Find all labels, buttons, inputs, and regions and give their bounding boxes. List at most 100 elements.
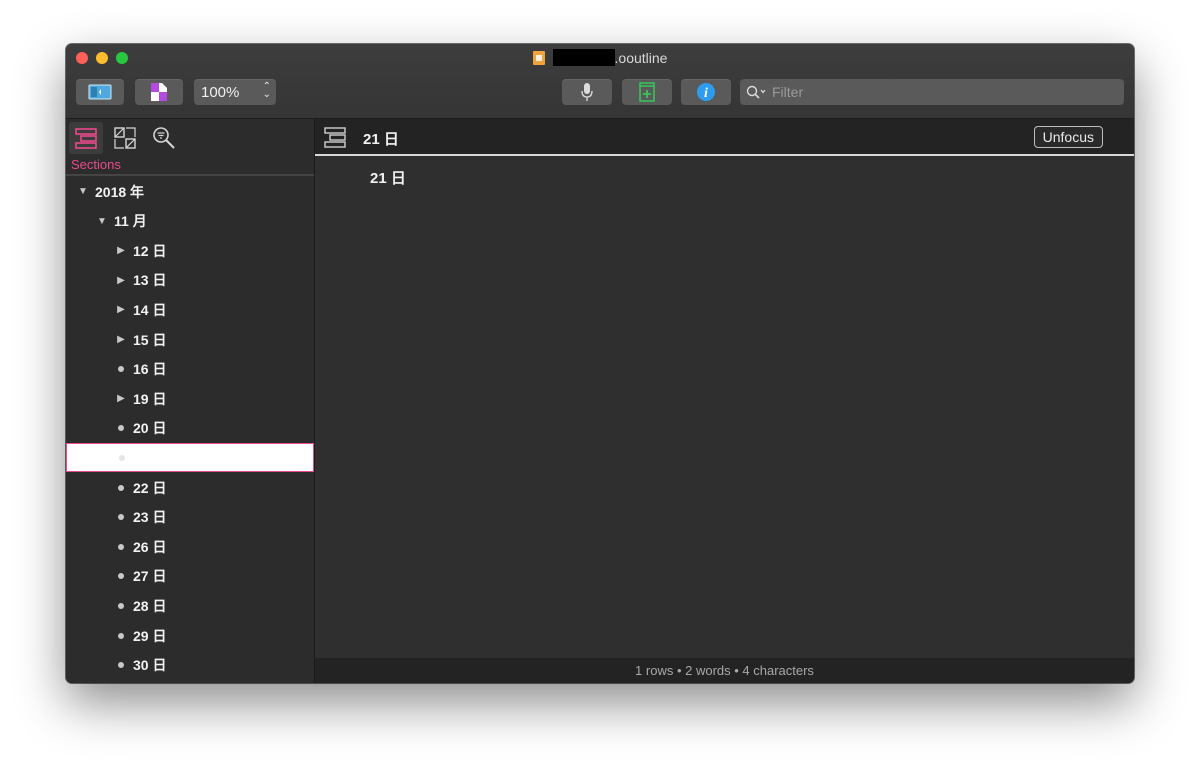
tree-row-label: 13 日 bbox=[133, 272, 167, 289]
tree-row-label: 19 日 bbox=[133, 390, 167, 407]
tree-row-label: 20 日 bbox=[133, 420, 167, 437]
sidebar-tabs bbox=[66, 119, 314, 155]
bullet-icon bbox=[118, 425, 124, 432]
bullet-icon bbox=[118, 484, 124, 491]
titlebar: .ooutline 100% ⌃ ⌄ i Filter bbox=[66, 44, 1134, 119]
tree-row-label: 27 日 bbox=[133, 568, 167, 585]
tree-row-label: 11 月 bbox=[114, 213, 147, 230]
tree-row[interactable]: 30 日 bbox=[66, 651, 314, 680]
tree-row[interactable]: 23 日 bbox=[66, 503, 314, 532]
status-bar: 1 rows • 2 words • 4 characters bbox=[315, 658, 1134, 683]
sections-divider bbox=[66, 174, 314, 176]
info-icon: i bbox=[697, 83, 715, 101]
disclosure-collapsed-icon[interactable]: ▶ bbox=[114, 245, 128, 256]
style-doc-icon bbox=[151, 83, 167, 101]
bullet-icon bbox=[118, 662, 124, 669]
tab-styles[interactable] bbox=[108, 122, 142, 154]
bullet-icon bbox=[118, 632, 124, 639]
tree-row[interactable]: ▶ 19 日 bbox=[66, 384, 314, 413]
zoom-value: 100% bbox=[201, 83, 240, 101]
row-handle[interactable] bbox=[114, 543, 128, 550]
sidebar-toggle-icon bbox=[88, 84, 112, 100]
tree-row[interactable]: ▶ 13 日 bbox=[66, 266, 314, 295]
tree-row-label: 26 日 bbox=[133, 538, 167, 555]
disclosure-collapsed-icon[interactable]: ▶ bbox=[114, 393, 128, 404]
stepper-icon: ⌃ ⌄ bbox=[262, 81, 271, 100]
disclosure-collapsed-icon[interactable]: ▶ bbox=[114, 334, 128, 345]
tree-row-label: 12 日 bbox=[133, 242, 167, 259]
toggle-sidebar-button[interactable] bbox=[76, 79, 124, 105]
tree-row-label: 2018 年 bbox=[95, 183, 145, 200]
add-row-icon bbox=[639, 82, 655, 102]
focus-bar: 21 日 Unfocus bbox=[315, 119, 1134, 156]
zoom-select[interactable]: 100% ⌃ ⌄ bbox=[194, 79, 276, 105]
tree-row-label: 15 日 bbox=[133, 331, 167, 348]
document-icon bbox=[532, 51, 545, 65]
microphone-icon bbox=[581, 83, 593, 101]
disclosure-collapsed-icon[interactable]: ▶ bbox=[114, 304, 128, 315]
bullet-icon bbox=[118, 573, 124, 580]
tree-row-label: 14 日 bbox=[133, 301, 167, 318]
svg-text:i: i bbox=[704, 86, 708, 101]
dictation-button[interactable] bbox=[562, 79, 612, 105]
add-row-button[interactable] bbox=[622, 79, 672, 105]
window-title: .ooutline bbox=[66, 49, 1134, 67]
bullet-icon bbox=[119, 454, 125, 461]
search-icon bbox=[746, 85, 766, 99]
tab-sections[interactable] bbox=[69, 122, 103, 154]
tree-row[interactable]: 20 日 bbox=[66, 414, 314, 443]
row-handle[interactable] bbox=[114, 632, 128, 639]
row-handle[interactable] bbox=[114, 425, 128, 432]
tree-row[interactable]: ▼ 11 月 bbox=[66, 207, 314, 236]
row-handle[interactable] bbox=[114, 514, 128, 521]
tree-row[interactable]: 22 日 bbox=[66, 473, 314, 502]
tree-row[interactable]: 27 日 bbox=[66, 562, 314, 591]
tree-row-label: 22 日 bbox=[133, 479, 167, 496]
tree-row[interactable]: ▼ 2018 年 bbox=[66, 177, 314, 206]
unfocus-button[interactable]: Unfocus bbox=[1033, 126, 1103, 148]
info-button[interactable]: i bbox=[681, 79, 731, 105]
tree-row-label: 28 日 bbox=[133, 597, 167, 614]
row-handle[interactable] bbox=[114, 366, 128, 373]
row-handle[interactable] bbox=[114, 602, 128, 609]
redacted-filename bbox=[552, 49, 615, 66]
row-handle[interactable] bbox=[115, 454, 129, 461]
bullet-icon bbox=[118, 366, 124, 373]
tree-row-label: 29 日 bbox=[133, 627, 167, 644]
tree-row-label: 23 日 bbox=[133, 509, 167, 526]
sections-icon bbox=[75, 128, 97, 149]
bullet-icon bbox=[118, 514, 124, 521]
disclosure-collapsed-icon[interactable]: ▶ bbox=[114, 275, 128, 286]
style-inspector-button[interactable] bbox=[135, 79, 183, 105]
filter-magnifier-icon bbox=[153, 127, 175, 149]
row-handle[interactable] bbox=[114, 662, 128, 669]
tree-row[interactable]: ▶ 12 日 bbox=[66, 236, 314, 265]
tree-row-label: 30 日 bbox=[133, 657, 167, 674]
tree-row[interactable] bbox=[66, 443, 314, 473]
outline-row-text[interactable]: 21 日 bbox=[370, 167, 406, 188]
app-window: .ooutline 100% ⌃ ⌄ i Filter Sections ▼ 2… bbox=[66, 44, 1134, 683]
tree-row[interactable]: 16 日 bbox=[66, 355, 314, 384]
tree-row-label: 16 日 bbox=[133, 361, 167, 378]
bullet-icon bbox=[118, 602, 124, 609]
filter-input[interactable] bbox=[770, 83, 1114, 101]
tree-row[interactable]: ▶ 14 日 bbox=[66, 295, 314, 324]
bullet-icon bbox=[118, 543, 124, 550]
window-title-suffix: .ooutline bbox=[614, 50, 668, 66]
editor-pane: 21 日 Unfocus 21 日 1 rows • 2 words • 4 c… bbox=[315, 119, 1134, 683]
tree-row[interactable]: 28 日 bbox=[66, 591, 314, 620]
tab-filter[interactable] bbox=[147, 122, 181, 154]
focused-section-icon bbox=[324, 127, 346, 148]
focus-title: 21 日 bbox=[363, 131, 399, 148]
filter-field[interactable] bbox=[740, 79, 1124, 105]
disclosure-expanded-icon[interactable]: ▼ bbox=[76, 186, 90, 197]
sidebar: Sections ▼ 2018 年 ▼ 11 月 ▶ 12 日 ▶ 13 日 ▶ 14 日 ▶ 15 … bbox=[66, 119, 315, 683]
tree-row[interactable]: ▶ 15 日 bbox=[66, 325, 314, 354]
row-handle[interactable] bbox=[114, 573, 128, 580]
disclosure-expanded-icon[interactable]: ▼ bbox=[95, 216, 109, 227]
styles-icon bbox=[114, 127, 136, 149]
tree-row[interactable]: 26 日 bbox=[66, 532, 314, 561]
row-handle[interactable] bbox=[114, 484, 128, 491]
tree-row[interactable]: 29 日 bbox=[66, 621, 314, 650]
sections-label: Sections bbox=[71, 157, 121, 172]
